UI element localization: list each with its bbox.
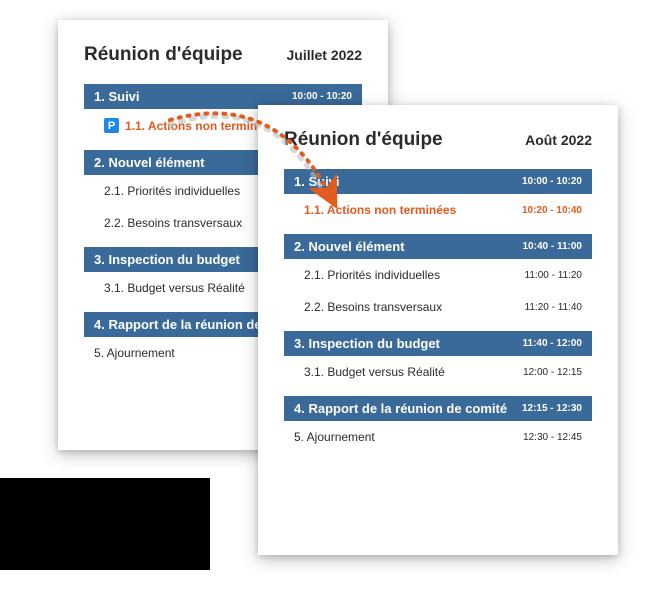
sub-label: 2.2. Besoins transversaux [104, 216, 242, 230]
sub-time: 11:20 - 11:40 [525, 302, 582, 313]
sub-actions-non-terminees: 1.1. Actions non terminées 10:20 - 10:40 [284, 194, 592, 226]
card-header: Réunion d'équipe Juillet 2022 [84, 44, 362, 66]
section-nouvel-element: 2. Nouvel élément 10:40 - 11:00 [284, 234, 592, 259]
section-label: 1. Suivi [94, 89, 140, 104]
card-date: Août 2022 [525, 132, 592, 148]
sub-label: 3.1. Budget versus Réalité [304, 365, 445, 379]
sub-time: 12:00 - 12:15 [523, 367, 582, 378]
section-label: 4. Rapport de la réunion de comité [294, 401, 507, 416]
sub-time: 11:00 - 11:20 [525, 270, 582, 281]
sub-time: 10:20 - 10:40 [522, 205, 582, 216]
section-time: 10:40 - 11:00 [523, 241, 583, 252]
section-label: 2. Nouvel élément [294, 239, 405, 254]
section-budget: 3. Inspection du budget 11:40 - 12:00 [284, 331, 592, 356]
sub-label: 5. Ajournement [94, 346, 175, 360]
card-title: Réunion d'équipe [84, 44, 243, 66]
section-label: 3. Inspection du budget [94, 252, 240, 267]
section-time: 10:00 - 10:20 [292, 91, 352, 102]
sub-label: 2.1. Priorités individuelles [104, 184, 240, 198]
section-time: 12:15 - 12:30 [522, 403, 582, 414]
section-label: 1. Suivi [294, 174, 340, 189]
section-label: 2. Nouvel élément [94, 155, 205, 170]
section-suivi: 1. Suivi 10:00 - 10:20 [284, 169, 592, 194]
card-header: Réunion d'équipe Août 2022 [284, 129, 592, 151]
sub-label: 2.1. Priorités individuelles [304, 268, 440, 282]
background-block [0, 478, 210, 570]
sub-time: 12:30 - 12:45 [523, 432, 582, 443]
card-date: Juillet 2022 [287, 47, 363, 63]
sub-label: 1.1. Actions non terminées [304, 203, 456, 217]
sub-label: 3.1. Budget versus Réalité [104, 281, 245, 295]
sub-priorites: 2.1. Priorités individuelles 11:00 - 11:… [284, 259, 592, 291]
section-time: 11:40 - 12:00 [523, 338, 583, 349]
sub-label: 2.2. Besoins transversaux [304, 300, 442, 314]
section-label: 3. Inspection du budget [294, 336, 440, 351]
sub-label: 5. Ajournement [294, 430, 375, 444]
park-icon: P [104, 118, 119, 133]
sub-label: 1.1. Actions non terminées [125, 119, 277, 133]
section-rapport: 4. Rapport de la réunion de comité 12:15… [284, 396, 592, 421]
sub-budget-realite: 3.1. Budget versus Réalité 12:00 - 12:15 [284, 356, 592, 388]
sub-ajournement: 5. Ajournement 12:30 - 12:45 [284, 421, 592, 453]
section-time: 10:00 - 10:20 [522, 176, 582, 187]
sub-besoins: 2.2. Besoins transversaux 11:20 - 11:40 [284, 291, 592, 323]
card-title: Réunion d'équipe [284, 129, 443, 151]
agenda-card-august: Réunion d'équipe Août 2022 1. Suivi 10:0… [258, 105, 618, 555]
